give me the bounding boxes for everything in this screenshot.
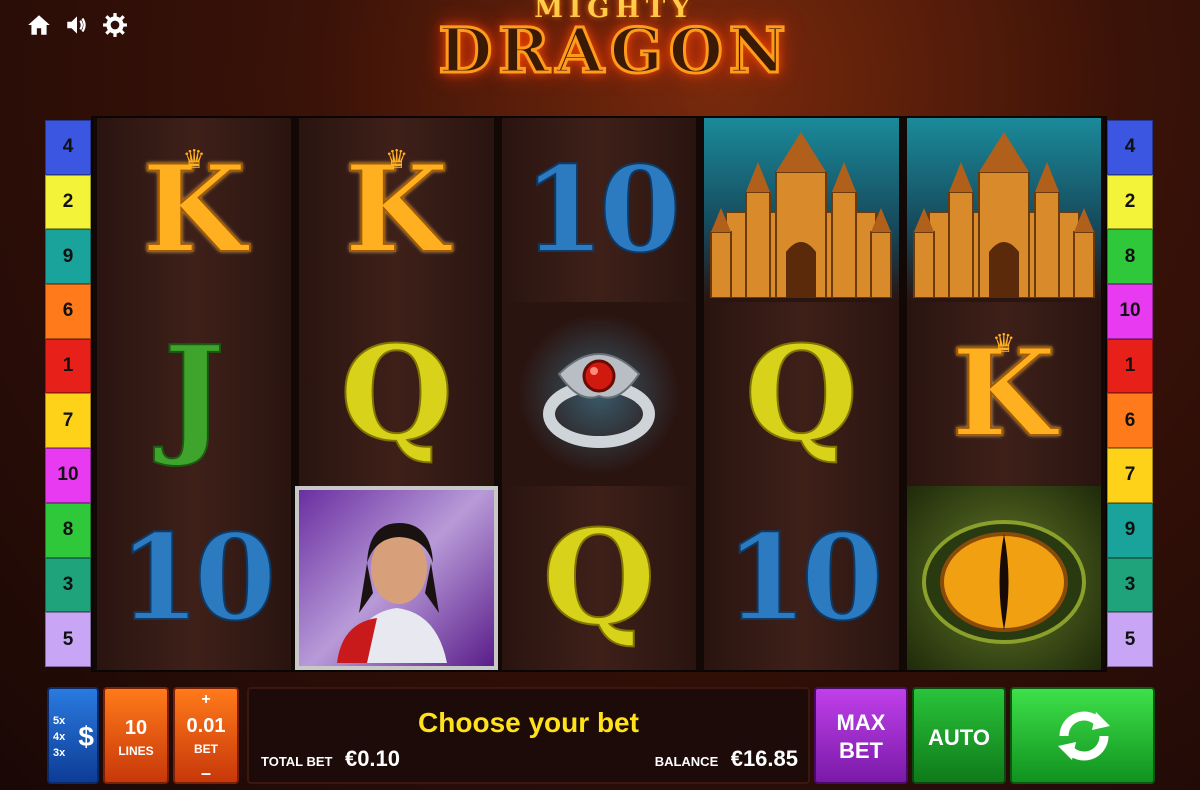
game-logo: MIGHTY DRAGON — [400, 0, 830, 100]
total-bet-value: €0.10 — [344, 746, 401, 771]
logo-main-text: DRAGON — [437, 14, 792, 87]
payline-marker[interactable]: 2 — [45, 174, 91, 230]
total-bet: TOTAL BET €0.10 — [261, 746, 400, 772]
auto-button[interactable]: AUTO — [912, 687, 1006, 784]
dollar-icon: $ — [78, 721, 94, 752]
multiplier-label: 5x — [53, 715, 66, 727]
control-bar: 5x 4x 3x $ 10 LINES + 0.01 BET – Choose … — [42, 683, 1157, 786]
symbol-10: 10 — [724, 508, 884, 647]
bet-value: 0.01 — [186, 715, 226, 737]
payline-marker[interactable]: 4 — [45, 120, 91, 175]
top-toolbar — [26, 12, 128, 38]
balance-label: BALANCE — [654, 754, 719, 769]
payline-marker[interactable]: 6 — [45, 284, 91, 339]
paylines-left: 4 2 9 6 1 7 10 8 3 5 — [45, 120, 91, 667]
paylines-right: 4 2 8 10 1 6 7 9 3 5 — [1107, 120, 1153, 667]
lines-button[interactable]: 10 LINES — [103, 687, 169, 784]
symbol-q: Q — [744, 317, 859, 470]
reel-cell — [902, 486, 1105, 670]
info-panel: Choose your bet TOTAL BET €0.10 BALANCE … — [247, 687, 810, 784]
reel-grid: ♛ K ♛ K 10 J Q Q ♛ K 10 Q 10 — [91, 116, 1107, 672]
reel-cell: 10 — [700, 486, 903, 670]
reel-cell — [295, 486, 498, 670]
paytable-button[interactable]: 5x 4x 3x $ — [47, 687, 99, 784]
symbol-10: 10 — [522, 140, 682, 279]
status-message: Choose your bet — [418, 707, 639, 738]
reel-cell: ♛ K — [93, 118, 296, 302]
payline-marker[interactable]: 8 — [1107, 229, 1153, 285]
payline-marker[interactable]: 7 — [1107, 448, 1153, 503]
total-bet-label: TOTAL BET — [261, 754, 333, 769]
reel-cell: J — [93, 302, 296, 486]
symbol-q: Q — [339, 317, 454, 470]
balance-value: €16.85 — [730, 746, 798, 771]
payline-marker[interactable]: 8 — [45, 502, 91, 558]
reel-cell: ♛ K — [295, 118, 498, 302]
castle-icon — [912, 132, 1095, 298]
reel-cell: Q — [295, 302, 498, 486]
gear-icon[interactable] — [102, 12, 128, 38]
spin-arrows-icon — [1058, 711, 1110, 761]
payline-marker[interactable]: 3 — [45, 557, 91, 613]
reel-cell: Q — [497, 486, 701, 670]
max-bet-line2: BET — [839, 738, 883, 763]
payline-marker[interactable]: 9 — [45, 229, 91, 285]
payline-marker[interactable]: 10 — [45, 448, 91, 503]
bet-label: BET — [194, 742, 218, 756]
reel-cell: ♛ K — [902, 302, 1105, 486]
symbol-10: 10 — [117, 508, 277, 647]
payline-marker[interactable]: 9 — [1107, 502, 1153, 558]
max-bet-line1: MAX — [836, 710, 886, 735]
castle-icon — [710, 132, 893, 298]
spin-button[interactable] — [1010, 687, 1155, 784]
reel-cell: Q — [700, 302, 903, 486]
speaker-icon[interactable] — [64, 12, 90, 38]
payline-marker[interactable]: 1 — [1107, 338, 1153, 394]
symbol-q: Q — [541, 501, 656, 654]
payline-marker[interactable]: 6 — [1107, 393, 1153, 449]
payline-marker[interactable]: 4 — [1107, 120, 1153, 175]
payline-marker[interactable]: 7 — [45, 393, 91, 449]
max-bet-button[interactable]: MAX BET — [814, 687, 908, 784]
payline-marker[interactable]: 5 — [45, 612, 91, 667]
auto-label: AUTO — [928, 725, 990, 750]
payline-marker[interactable]: 5 — [1107, 612, 1153, 667]
knight-portrait-icon — [336, 523, 447, 663]
payline-marker[interactable]: 10 — [1107, 284, 1153, 339]
symbol-j: J — [162, 317, 226, 470]
dragon-eye-icon — [921, 520, 1086, 644]
reel-cell: 10 — [93, 486, 296, 670]
multiplier-label: 3x — [53, 747, 66, 759]
bet-button[interactable]: + 0.01 BET – — [173, 687, 239, 784]
lines-label: LINES — [118, 744, 154, 758]
bet-plus-icon[interactable]: + — [175, 691, 237, 709]
crown-icon: ♛ — [992, 328, 1016, 358]
payline-marker[interactable]: 2 — [1107, 174, 1153, 230]
home-icon[interactable] — [26, 12, 52, 38]
balance: BALANCE €16.85 — [655, 746, 798, 772]
reel-cell: 10 — [497, 118, 701, 302]
bet-minus-icon[interactable]: – — [175, 764, 237, 782]
dragon-ring-icon — [542, 353, 655, 448]
crown-icon: ♛ — [384, 144, 409, 174]
reel-cell — [902, 118, 1105, 302]
crown-icon: ♛ — [182, 144, 206, 174]
reel-cell — [497, 302, 701, 486]
multiplier-label: 4x — [53, 731, 66, 743]
lines-value: 10 — [124, 717, 148, 739]
reel-cell — [700, 118, 903, 302]
paytable-multipliers: 5x 4x 3x — [53, 713, 65, 761]
payline-marker[interactable]: 3 — [1107, 557, 1153, 613]
payline-marker[interactable]: 1 — [45, 338, 91, 394]
